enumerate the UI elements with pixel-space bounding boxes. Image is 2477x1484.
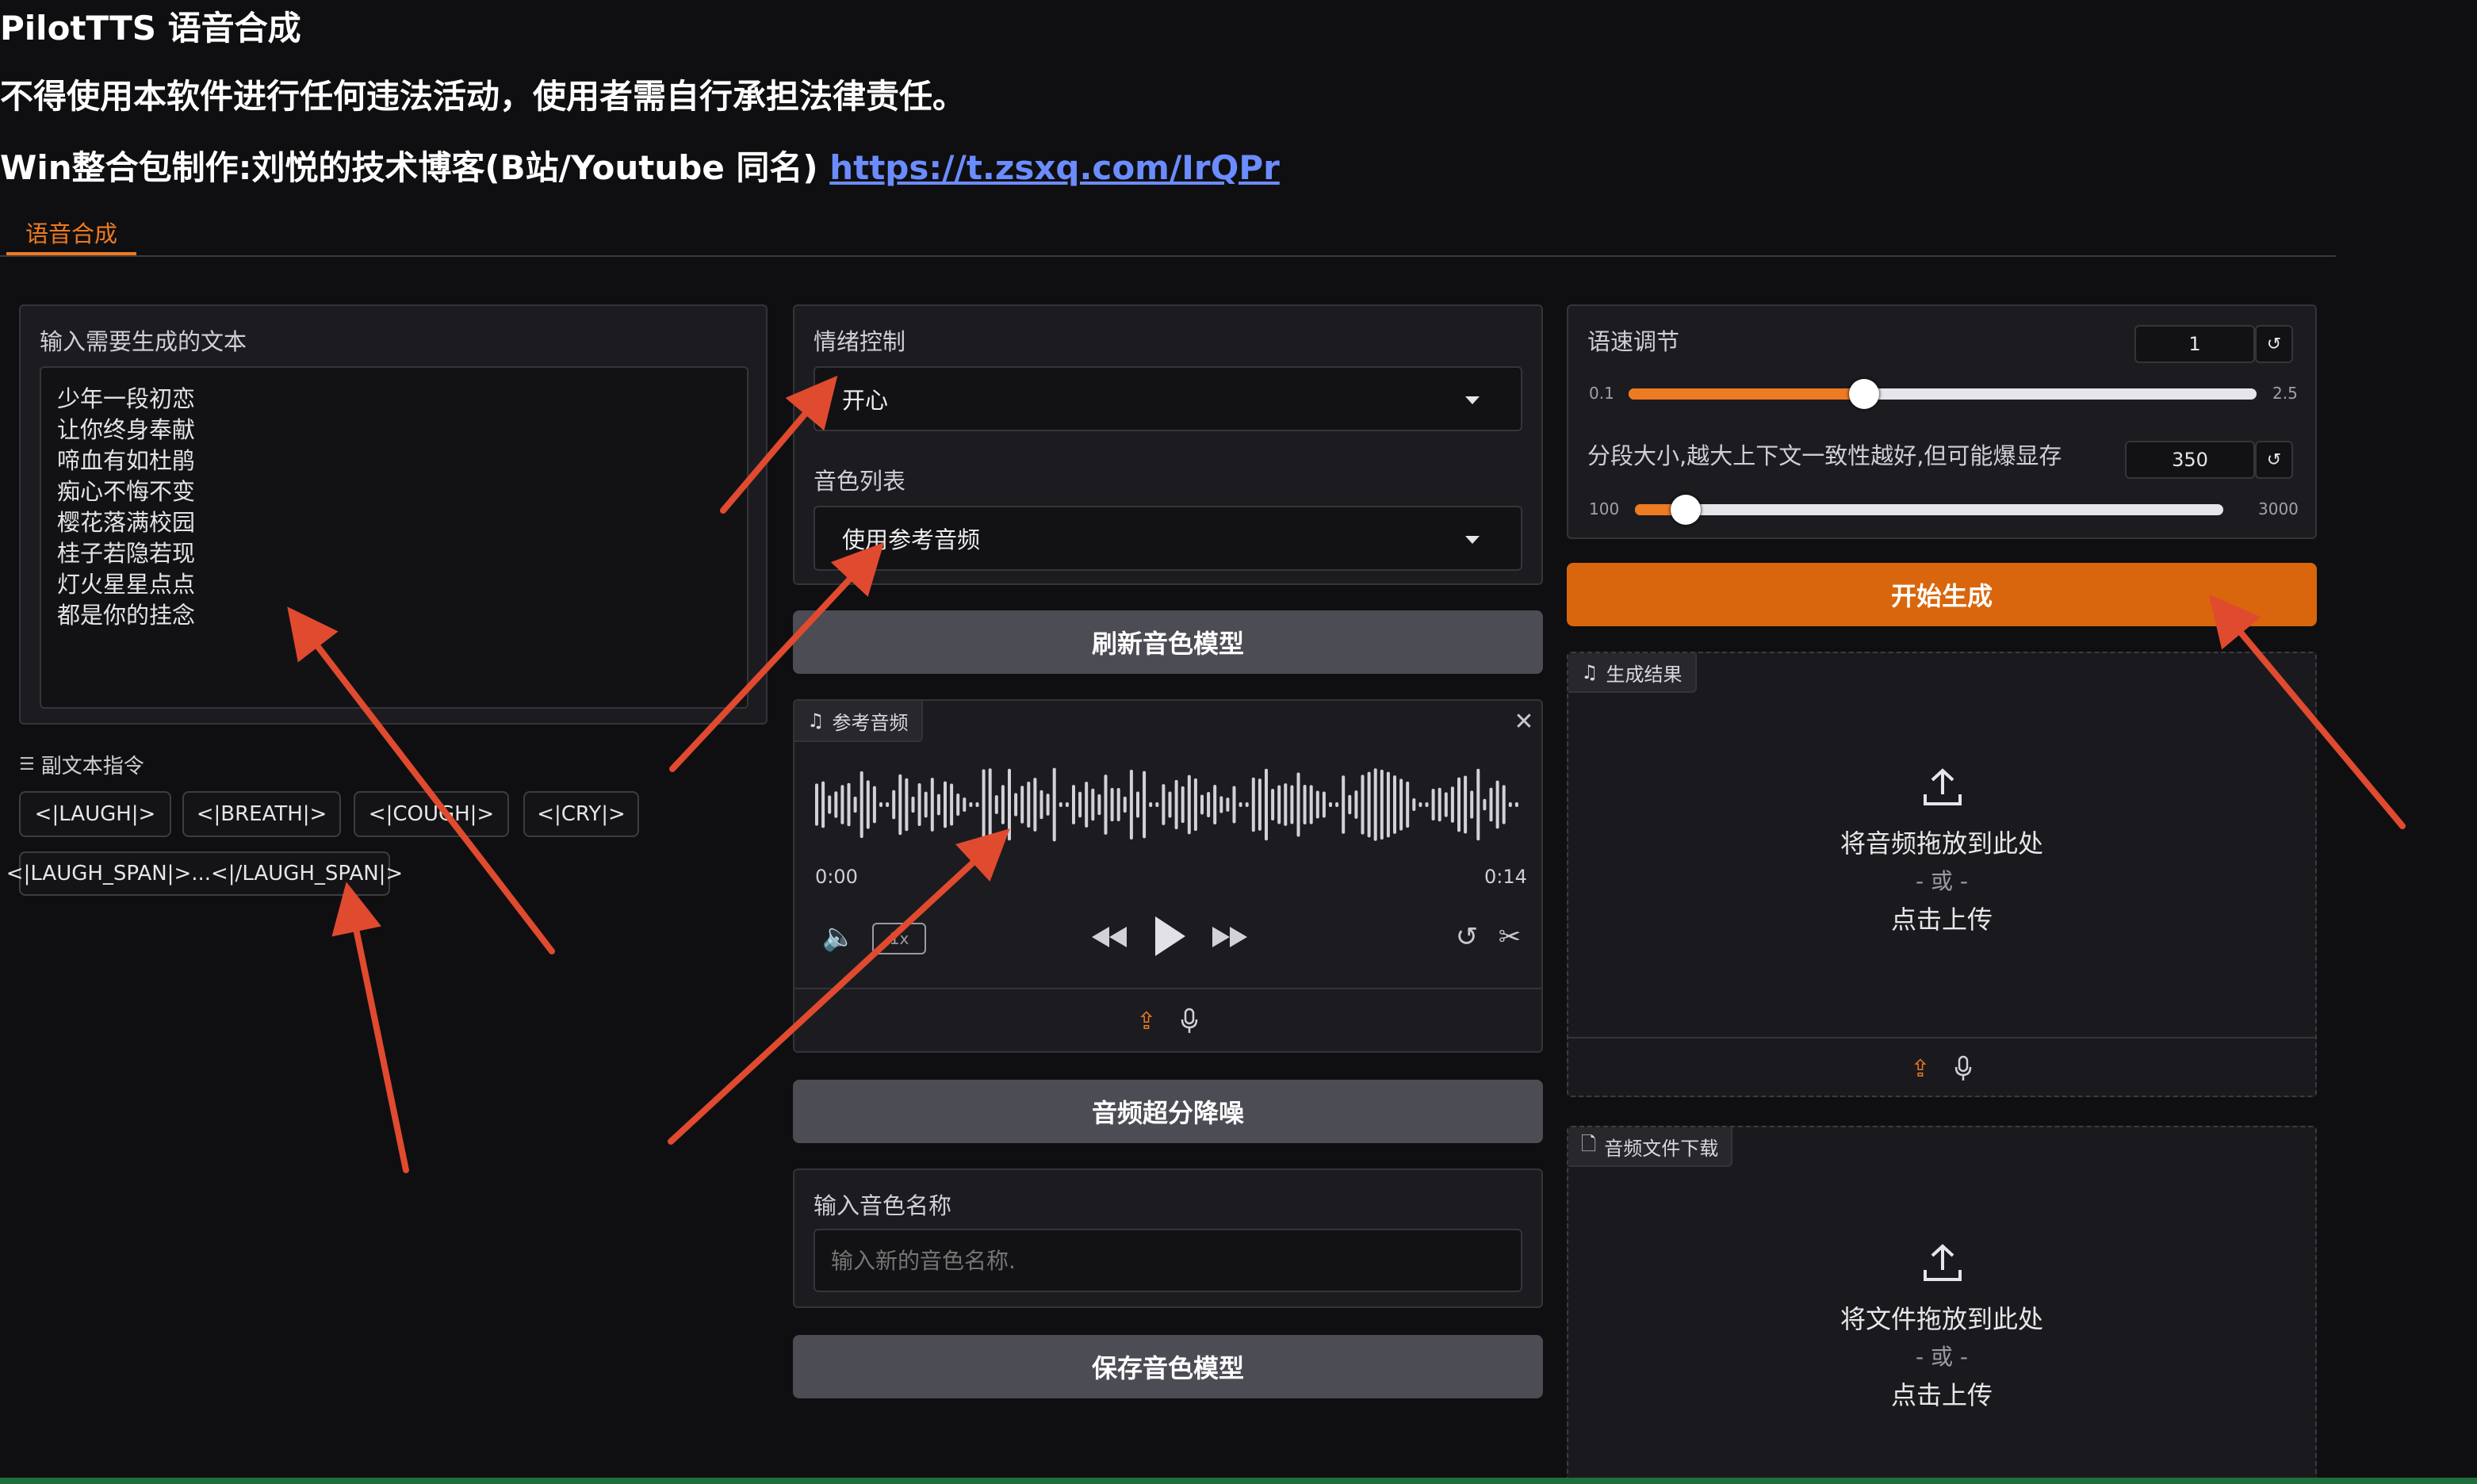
chip-laugh-span[interactable]: <|LAUGH_SPAN|>...<|/LAUGH_SPAN|> [6,851,403,896]
download-drop-text: 将文件拖放到此处 - 或 - 点击上传 [1568,1300,2315,1414]
page-title: PilotTTS 语音合成 [0,9,301,48]
time-start: 0:00 [815,866,858,888]
upload-icon [1922,1243,1963,1286]
music-note-icon: ♫ [1581,661,1598,683]
result-drop-line: 将音频拖放到此处 [1840,828,2043,859]
speed-slider-fill [1629,388,1864,400]
chip-cry[interactable]: <|CRY|> [523,791,639,837]
download-click-line: 点击上传 [1890,1380,1993,1410]
result-audio-dropzone[interactable]: ♫ 生成结果 将音频拖放到此处 - 或 - 点击上传 ⇪ [1567,652,2317,1097]
text-input-area[interactable]: 少年一段初恋 让你终身奉献 啼血有如杜鹃 痴心不悔不变 樱花落满校园 桂子若隐若… [40,366,748,709]
speed-min: 0.1 [1589,384,1614,403]
waveform [815,767,1518,842]
playback-speed-button[interactable]: 1x [872,923,926,954]
chip-breath[interactable]: <|BREATH|> [182,791,341,837]
rewind-icon[interactable] [1089,920,1129,954]
segment-reset-button[interactable]: ↺ [2255,441,2293,479]
ref-audio-panel: ♫ 参考音频 ✕ 0:00 0:14 🔈 1x ↺ ✂ ⇪ [793,699,1543,1053]
credit-text: Win整合包制作:刘悦的技术博客(B站/Youtube 同名) [0,148,830,187]
upload-icon [1922,767,1963,810]
download-file-dropzone[interactable]: 🗋 音频文件下载 将文件拖放到此处 - 或 - 点击上传 [1567,1126,2317,1484]
microphone-icon[interactable] [1947,1053,1979,1084]
speed-max: 2.5 [2272,384,2298,403]
speed-slider[interactable] [1629,379,2257,409]
segment-max: 3000 [2258,499,2299,518]
result-drop-text: 将音频拖放到此处 - 或 - 点击上传 [1568,824,2315,939]
segment-min: 100 [1589,499,1620,518]
result-click-line: 点击上传 [1890,905,1993,935]
fast-forward-icon[interactable] [1210,920,1250,954]
bottom-status-bar [0,1478,2477,1484]
refresh-voice-button[interactable]: 刷新音色模型 [793,610,1543,674]
voice-name-label: 输入音色名称 [814,1192,952,1219]
credit-link[interactable]: https://t.zsxq.com/IrQPr [829,148,1280,187]
sub-text-header: ☰ 副文本指令 [19,750,144,779]
divider [794,988,1541,989]
upload-icon[interactable]: ⇪ [1905,1053,1936,1084]
chip-laugh[interactable]: <|LAUGH|> [19,791,171,837]
emotion-voice-panel: 情绪控制 开心 音色列表 使用参考音频 [793,304,1543,585]
download-or-line: - 或 - [1915,1344,1968,1370]
voice-list-label: 音色列表 [814,468,906,495]
voice-name-panel: 输入音色名称 [793,1168,1543,1308]
volume-icon[interactable]: 🔈 [821,920,856,954]
result-tag: ♫ 生成结果 [1568,653,1697,693]
emotion-value: 开心 [842,387,889,414]
text-input-panel: 输入需要生成的文本 少年一段初恋 让你终身奉献 啼血有如杜鹃 痴心不悔不变 樱花… [19,304,768,725]
annotation-arrow [331,882,409,1173]
emotion-label: 情绪控制 [814,328,906,355]
list-icon: ☰ [19,755,35,775]
tab-speech-synthesis[interactable]: 语音合成 [6,208,137,255]
settings-panel: 语速调节 1 ↺ 0.1 2.5 分段大小,越大上下文一致性越好,但可能爆显存 … [1567,304,2317,539]
speed-slider-thumb[interactable] [1849,379,1879,409]
segment-slider-thumb[interactable] [1670,495,1701,525]
voice-list-select[interactable]: 使用参考音频 [814,506,1522,571]
voice-name-input[interactable] [814,1229,1522,1292]
chevron-down-icon [1465,396,1480,404]
microphone-icon[interactable] [1173,1005,1205,1037]
upload-icon[interactable]: ⇪ [1131,1005,1162,1037]
ref-audio-label: 参考音频 [832,711,909,734]
generate-button[interactable]: 开始生成 [1567,563,2317,626]
chip-cough[interactable]: <|COUGH|> [354,791,509,837]
segment-slider[interactable] [1635,495,2223,525]
playback-speed-value: 1x [889,929,909,948]
emotion-select[interactable]: 开心 [814,366,1522,431]
time-end: 0:14 [1484,866,1527,888]
download-tag: 🗋 音频文件下载 [1568,1127,1733,1167]
save-voice-button[interactable]: 保存音色模型 [793,1335,1543,1398]
sub-text-label: 副文本指令 [40,755,144,778]
ref-audio-tag: ♫ 参考音频 [794,701,923,742]
file-icon: 🗋 [1581,1132,1597,1155]
reset-icon: ↺ [2266,334,2282,354]
speed-number-input[interactable]: 1 [2134,325,2255,363]
result-or-line: - 或 - [1915,868,1968,894]
speed-reset-button[interactable]: ↺ [2255,325,2293,363]
reset-icon[interactable]: ↺ [1449,920,1484,954]
segment-number-input[interactable]: 350 [2125,441,2255,479]
music-note-icon: ♫ [807,709,825,732]
warning-text: 不得使用本软件进行任何违法活动，使用者需自行承担法律责任。 [0,77,967,116]
result-label: 生成结果 [1606,663,1683,686]
reset-icon: ↺ [2266,449,2282,470]
tab-bar: 语音合成 [0,208,2336,257]
segment-label: 分段大小,越大上下文一致性越好,但可能爆显存 [1587,442,2062,469]
download-drop-line: 将文件拖放到此处 [1840,1304,2043,1334]
denoise-button[interactable]: 音频超分降噪 [793,1080,1543,1143]
chevron-down-icon [1465,536,1480,544]
play-icon[interactable] [1150,913,1189,959]
speed-label: 语速调节 [1587,328,1680,355]
voice-list-value: 使用参考音频 [842,526,981,553]
divider [1568,1037,2315,1038]
download-label: 音频文件下载 [1604,1137,1719,1160]
text-input-label: 输入需要生成的文本 [40,328,247,355]
credit-line: Win整合包制作:刘悦的技术博客(B站/Youtube 同名) https://… [0,141,1280,189]
close-icon[interactable]: ✕ [1511,708,1537,736]
scissors-icon[interactable]: ✂ [1492,920,1527,954]
